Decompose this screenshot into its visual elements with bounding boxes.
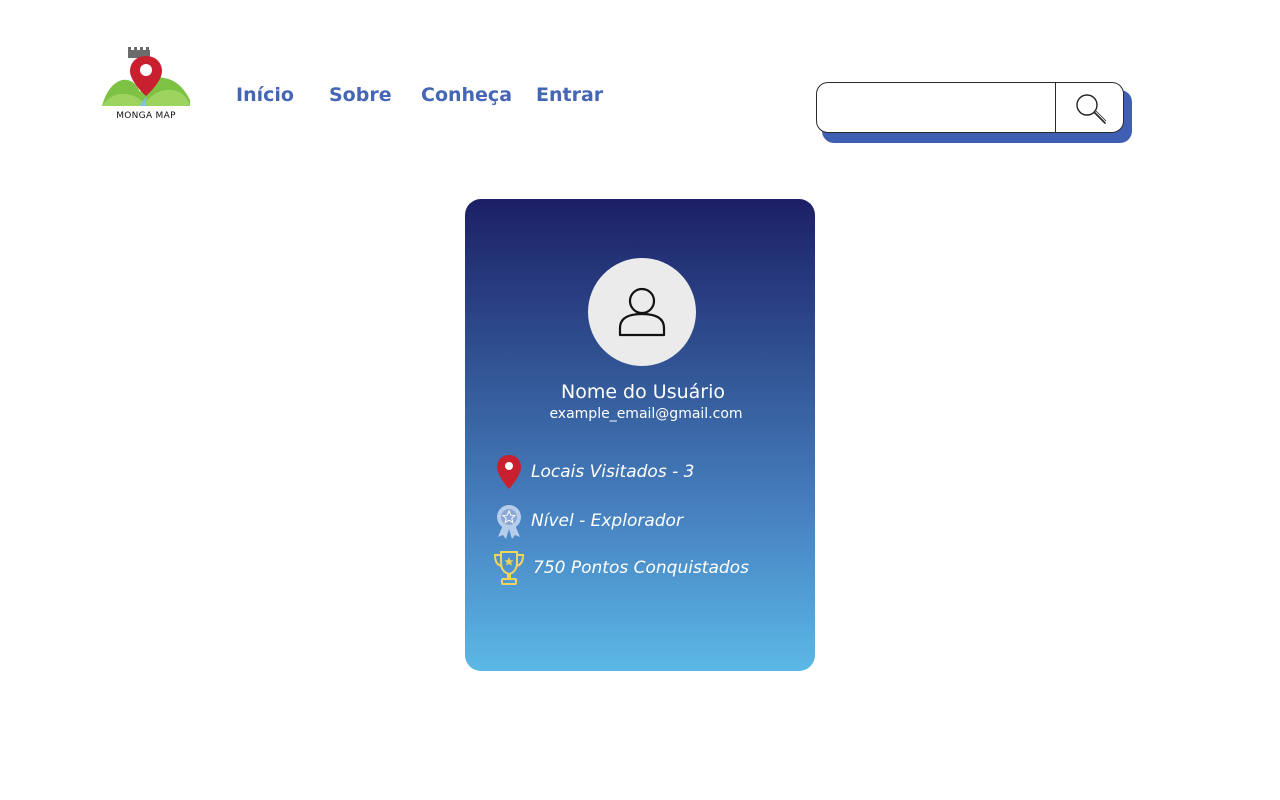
monga-map-logo[interactable]: MONGA MAP — [98, 44, 194, 126]
user-icon — [618, 287, 666, 337]
medal-icon — [497, 505, 521, 539]
search-button[interactable] — [1056, 83, 1123, 132]
search-bar — [816, 82, 1132, 144]
stat-locais-visitados: Locais Visitados - 3 — [493, 452, 803, 492]
logo-graphic — [102, 47, 190, 106]
search-box — [816, 82, 1124, 133]
nav-link-sobre[interactable]: Sobre — [329, 84, 392, 106]
avatar[interactable] — [588, 258, 696, 366]
stat-label: Nível - Explorador — [531, 511, 683, 531]
nav-link-inicio[interactable]: Início — [236, 84, 294, 106]
search-input[interactable] — [817, 83, 1055, 132]
stat-pontos: 750 Pontos Conquistados — [493, 548, 803, 588]
stat-label: Locais Visitados - 3 — [531, 462, 695, 482]
map-pin-icon — [497, 455, 521, 489]
nav-link-entrar[interactable]: Entrar — [536, 84, 603, 106]
stat-nivel: Nível - Explorador — [493, 501, 803, 541]
logo-text: MONGA MAP — [116, 111, 176, 121]
search-icon — [1076, 94, 1107, 124]
profile-card: Nome do Usuário example_email@gmail.com … — [465, 199, 815, 671]
user-name: Nome do Usuário — [560, 381, 725, 403]
nav-link-conheca[interactable]: Conheça — [421, 84, 512, 106]
page: MONGA MAP Início Sobre Conheça Entrar No… — [0, 0, 1280, 800]
user-email: example_email@gmail.com — [549, 406, 743, 422]
stat-label: 750 Pontos Conquistados — [533, 558, 749, 578]
trophy-icon — [493, 551, 525, 585]
